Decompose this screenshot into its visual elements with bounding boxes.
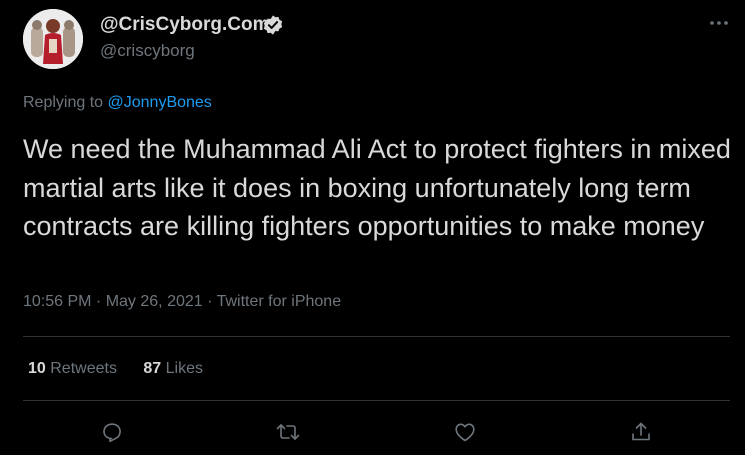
tweet-stats: 10 Retweets 87 Likes — [28, 360, 225, 378]
display-name[interactable]: @CrisCyborg.Com — [100, 14, 270, 36]
meta-separator: · — [91, 293, 106, 310]
likes-label: Likes — [161, 360, 203, 377]
avatar[interactable] — [23, 9, 83, 69]
more-icon[interactable] — [706, 10, 732, 36]
divider — [23, 400, 730, 401]
replying-to: Replying to @JonnyBones — [23, 94, 212, 112]
reply-mention-link[interactable]: @JonnyBones — [108, 94, 212, 111]
retweets-stat[interactable]: 10 Retweets — [28, 360, 117, 378]
reply-icon[interactable] — [98, 418, 126, 446]
share-icon[interactable] — [627, 418, 655, 446]
verified-badge-icon — [262, 14, 284, 36]
avatar-image — [23, 9, 83, 69]
meta-separator: · — [202, 293, 217, 310]
retweet-icon[interactable] — [274, 418, 302, 446]
likes-count: 87 — [143, 360, 162, 377]
tweet: @CrisCyborg.Com @criscyborg Replying to … — [0, 0, 745, 455]
tweet-source[interactable]: Twitter for iPhone — [217, 293, 342, 310]
replying-prefix: Replying to — [23, 94, 108, 111]
retweets-count: 10 — [28, 360, 46, 377]
tweet-text: We need the Muhammad Ali Act to protect … — [23, 134, 731, 241]
heart-icon[interactable] — [451, 418, 479, 446]
tweet-time[interactable]: 10:56 PM — [23, 293, 91, 310]
tweet-date[interactable]: May 26, 2021 — [106, 293, 203, 310]
divider — [23, 336, 730, 337]
likes-stat[interactable]: 87 Likes — [143, 360, 203, 378]
retweets-label: Retweets — [45, 360, 117, 377]
tweet-meta: 10:56 PM · May 26, 2021 · Twitter for iP… — [23, 293, 341, 311]
handle[interactable]: @criscyborg — [100, 41, 195, 61]
